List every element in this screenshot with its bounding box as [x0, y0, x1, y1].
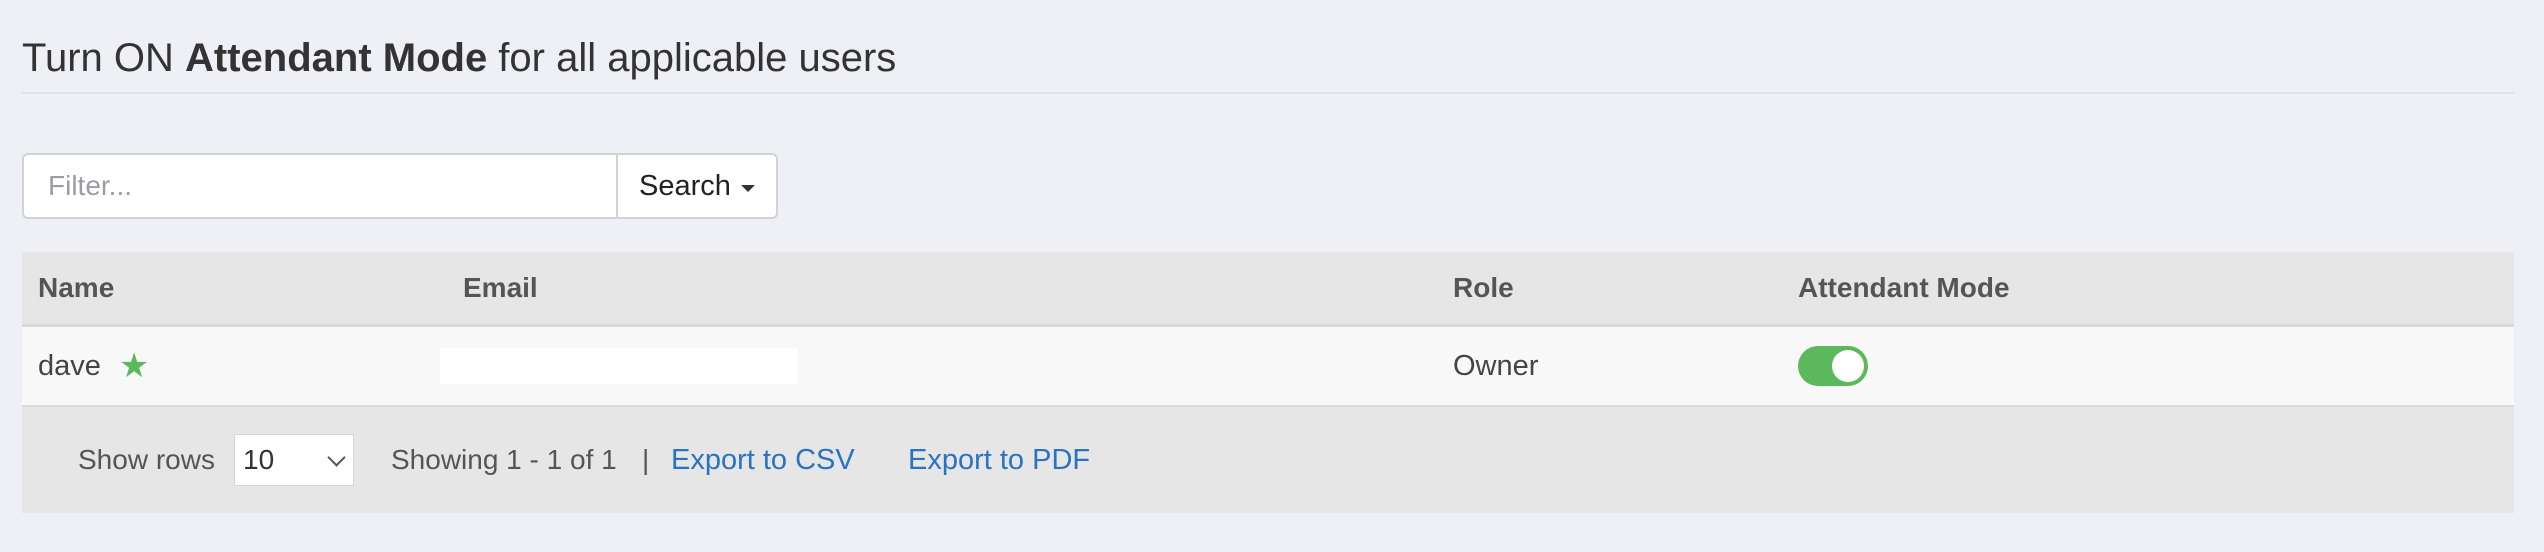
star-icon: ★ — [118, 347, 150, 385]
page-header: Turn ON Attendant Mode for all applicabl… — [22, 30, 2514, 94]
column-header-email[interactable]: Email — [463, 252, 538, 324]
rows-per-page-wrap: 10 — [234, 407, 354, 513]
show-rows-label: Show rows — [78, 444, 215, 475]
caret-down-icon — [740, 184, 755, 192]
rows-per-page-select[interactable]: 10 — [234, 434, 354, 486]
export-pdf-link[interactable]: Export to PDF — [908, 407, 1090, 513]
cell-role: Owner — [1453, 327, 1538, 405]
chevron-down-icon — [327, 447, 346, 467]
table-header: Name Email Role Attendant Mode — [22, 252, 2514, 327]
user-role: Owner — [1453, 349, 1539, 382]
page-title: Turn ON Attendant Mode for all applicabl… — [22, 38, 2514, 78]
column-header-attendant-mode[interactable]: Attendant Mode — [1798, 252, 2010, 324]
column-header-name[interactable]: Name — [38, 252, 114, 324]
table-row: dave ★ Owner — [22, 327, 2514, 407]
pagination-status: Showing 1 - 1 of 1 — [391, 444, 617, 475]
export-csv-link[interactable]: Export to CSV — [671, 407, 855, 513]
cell-attendant-mode — [1798, 327, 1868, 405]
column-header-role[interactable]: Role — [1453, 252, 1514, 324]
rows-per-page-value: 10 — [243, 444, 275, 475]
page-title-prefix: Turn ON — [22, 36, 185, 80]
search-dropdown-button[interactable]: Search — [616, 153, 778, 219]
search-button-label: Search — [639, 169, 731, 202]
filter-input[interactable] — [22, 153, 616, 219]
user-name: dave — [38, 349, 101, 382]
page-title-bold: Attendant Mode — [185, 36, 488, 80]
email-redacted-field — [440, 348, 798, 384]
table-footer: Show rows 10 Showing 1 - 1 of 1 | Export… — [22, 407, 2514, 513]
footer-separator: | — [642, 444, 650, 475]
users-table: Name Email Role Attendant Mode dave ★ Ow… — [22, 252, 2514, 513]
attendant-mode-toggle[interactable] — [1798, 346, 1868, 386]
cell-name: dave ★ — [38, 327, 149, 405]
page-title-suffix: for all applicable users — [487, 36, 897, 80]
filter-group: Search — [22, 153, 778, 219]
cell-email — [440, 327, 798, 405]
toggle-knob — [1832, 350, 1864, 382]
